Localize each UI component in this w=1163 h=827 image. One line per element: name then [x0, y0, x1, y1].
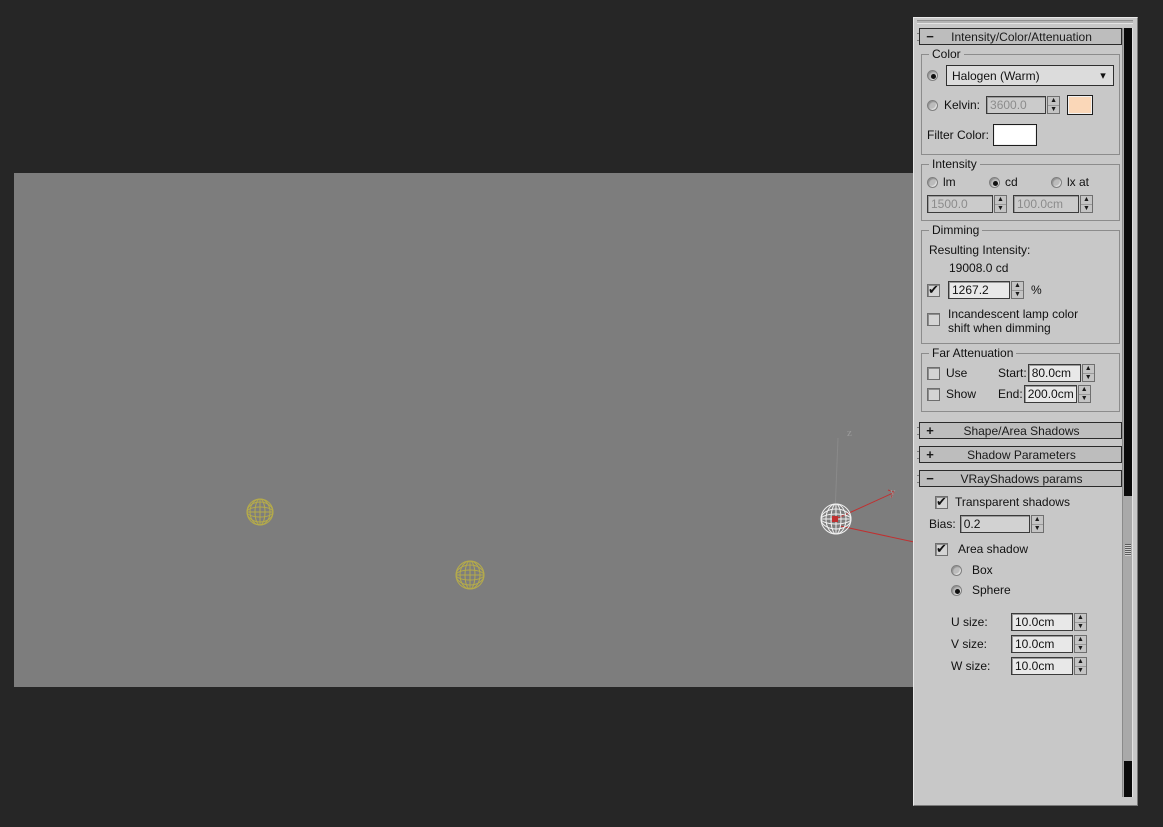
kelvin-spinner[interactable]: ▲ ▼: [1047, 96, 1061, 114]
rollout-tick-left: [917, 427, 919, 435]
scrollbar-thumb-lower[interactable]: [1124, 761, 1132, 797]
resulting-intensity-label: Resulting Intensity:: [929, 243, 1031, 257]
area-shape-box-label: Box: [972, 563, 993, 577]
far-attenuation-show-label: Show: [946, 387, 977, 401]
intensity-distance-field[interactable]: 100.0cm: [1013, 195, 1079, 213]
far-attenuation-group-label: Far Attenuation: [929, 346, 1017, 360]
panel-rollout-stack: − Intensity/Color/Attenuation Color Halo…: [917, 28, 1124, 799]
intensity-unit-cd-radio[interactable]: [989, 176, 1000, 188]
intensity-group-label: Intensity: [929, 157, 980, 171]
rollout-tick-left: [917, 33, 919, 41]
dimming-percent-symbol: %: [1031, 283, 1042, 297]
far-attenuation-start-spinner[interactable]: ▲ ▼: [1081, 364, 1095, 382]
kelvin-label: Kelvin:: [944, 98, 981, 112]
color-preset-value: Halogen (Warm): [952, 68, 1040, 83]
color-group: Color Halogen (Warm) ▾ Kelvin: 3600.0 ▲ ▼: [921, 47, 1120, 155]
dimming-percent-spinner[interactable]: ▲ ▼: [1011, 281, 1024, 299]
kelvin-radio[interactable]: [927, 99, 938, 111]
far-attenuation-end-label: End:: [998, 387, 1023, 401]
far-attenuation-show-checkbox[interactable]: [927, 387, 940, 401]
rollout-header-vrayshadows-params[interactable]: − VRayShadows params: [917, 470, 1124, 487]
rollout-header-intensity-color-attenuation[interactable]: − Intensity/Color/Attenuation: [917, 28, 1124, 45]
kelvin-color-swatch[interactable]: [1067, 95, 1094, 115]
scrollbar-thumb-upper[interactable]: [1124, 28, 1132, 496]
intensity-value-spinner[interactable]: ▲ ▼: [994, 195, 1007, 213]
rollout-header-shadow-parameters[interactable]: + Shadow Parameters: [917, 446, 1124, 463]
dimming-enable-checkbox[interactable]: [927, 282, 940, 297]
intensity-unit-lm-label: lm: [943, 175, 956, 189]
bias-spinner[interactable]: ▲ ▼: [1030, 515, 1044, 533]
transparent-shadows-checkbox[interactable]: [935, 494, 948, 509]
light-gizmo-1[interactable]: [245, 497, 275, 527]
rollout-title-label: Shape/Area Shadows: [963, 423, 1080, 438]
rollout-collapse-icon[interactable]: −: [920, 29, 940, 44]
intensity-unit-cd-label: cd: [1005, 175, 1018, 189]
rollout-expand-icon[interactable]: +: [920, 423, 940, 438]
dimming-percent-field[interactable]: 1267.2: [948, 281, 1010, 299]
area-shadow-checkbox[interactable]: [935, 541, 948, 556]
intensity-unit-lx-radio[interactable]: [1051, 176, 1062, 188]
u-size-label: U size:: [951, 615, 988, 629]
incandescent-shift-label-line2: shift when dimming: [948, 321, 1051, 335]
panel-scrollbar[interactable]: [1122, 28, 1133, 797]
far-attenuation-start-label: Start:: [998, 366, 1027, 380]
rollout-expand-icon[interactable]: +: [920, 447, 940, 462]
dimming-group: Dimming Resulting Intensity: 19008.0 cd …: [921, 223, 1120, 344]
u-size-spinner[interactable]: ▲ ▼: [1074, 613, 1087, 631]
application-window: z y − Intensity/Color/Attenuation Color …: [0, 0, 1163, 827]
light-gizmo-3-selected[interactable]: [804, 418, 914, 548]
v-size-field[interactable]: 10.0cm: [1011, 635, 1073, 653]
intensity-distance-spinner[interactable]: ▲ ▼: [1080, 195, 1093, 213]
rollout-tick-left: [917, 475, 919, 483]
v-size-label: V size:: [951, 637, 988, 651]
rollout-title-label: VRayShadows params: [960, 471, 1083, 486]
area-shape-sphere-radio[interactable]: [951, 584, 962, 596]
intensity-group: Intensity lm cd lx at 1500.0 ▲ ▼ 100.0cm …: [921, 157, 1120, 221]
kelvin-field[interactable]: 3600.0: [986, 96, 1047, 114]
rollout-title-label: Shadow Parameters: [967, 447, 1076, 462]
viewport-perspective[interactable]: z y: [14, 173, 914, 687]
intensity-unit-lm-radio[interactable]: [927, 176, 938, 188]
v-size-spinner[interactable]: ▲ ▼: [1074, 635, 1087, 653]
intensity-value-field[interactable]: 1500.0: [927, 195, 993, 213]
bias-label: Bias:: [929, 517, 956, 531]
area-shape-sphere-label: Sphere: [972, 583, 1011, 597]
incandescent-shift-checkbox[interactable]: [927, 313, 940, 326]
panel-top-divider: [917, 20, 1133, 24]
chevron-down-icon[interactable]: ▾: [1097, 70, 1109, 82]
u-size-field[interactable]: 10.0cm: [1011, 613, 1073, 631]
dimming-group-label: Dimming: [929, 223, 983, 237]
light-gizmo-2[interactable]: [454, 559, 486, 591]
far-attenuation-group: Far Attenuation Use Start: 80.0cm ▲ ▼ Sho…: [921, 346, 1120, 412]
far-attenuation-start-field[interactable]: 80.0cm: [1027, 364, 1081, 382]
axis-label-z: z: [847, 427, 852, 439]
bias-field[interactable]: 0.2: [959, 515, 1030, 533]
incandescent-shift-label-line1: Incandescent lamp color: [948, 307, 1079, 321]
command-panel: − Intensity/Color/Attenuation Color Halo…: [913, 17, 1138, 806]
area-shadow-label: Area shadow: [958, 542, 1029, 556]
vrayshadows-body: Transparent shadows Bias: 0.2 ▲▼ Area sh…: [917, 489, 1124, 675]
color-group-label: Color: [929, 47, 964, 61]
rollout-collapse-icon[interactable]: −: [920, 471, 940, 486]
area-shape-box-radio[interactable]: [951, 564, 962, 576]
color-preset-radio[interactable]: [927, 70, 938, 81]
color-preset-dropdown[interactable]: Halogen (Warm) ▾: [946, 65, 1114, 86]
intensity-unit-lx-label: lx at: [1067, 175, 1090, 189]
w-size-field[interactable]: 10.0cm: [1011, 657, 1073, 675]
transparent-shadows-label: Transparent shadows: [955, 495, 1070, 509]
far-attenuation-use-checkbox[interactable]: [927, 366, 940, 380]
w-size-label: W size:: [951, 659, 991, 673]
rollout-header-shape-area-shadows[interactable]: + Shape/Area Shadows: [917, 422, 1124, 439]
rollout-title-label: Intensity/Color/Attenuation: [951, 29, 1092, 44]
w-size-spinner[interactable]: ▲ ▼: [1074, 657, 1087, 675]
filter-color-label: Filter Color:: [927, 128, 990, 142]
filter-color-swatch[interactable]: [993, 124, 1038, 146]
far-attenuation-end-field[interactable]: 200.0cm: [1023, 385, 1077, 403]
resulting-intensity-value: 19008.0 cd: [949, 261, 1009, 275]
scrollbar-grip-icon[interactable]: [1125, 544, 1131, 556]
far-attenuation-use-label: Use: [946, 366, 968, 380]
far-attenuation-end-spinner[interactable]: ▲ ▼: [1077, 385, 1091, 403]
axis-label-y: y: [890, 486, 896, 498]
rollout-tick-left: [917, 451, 919, 459]
